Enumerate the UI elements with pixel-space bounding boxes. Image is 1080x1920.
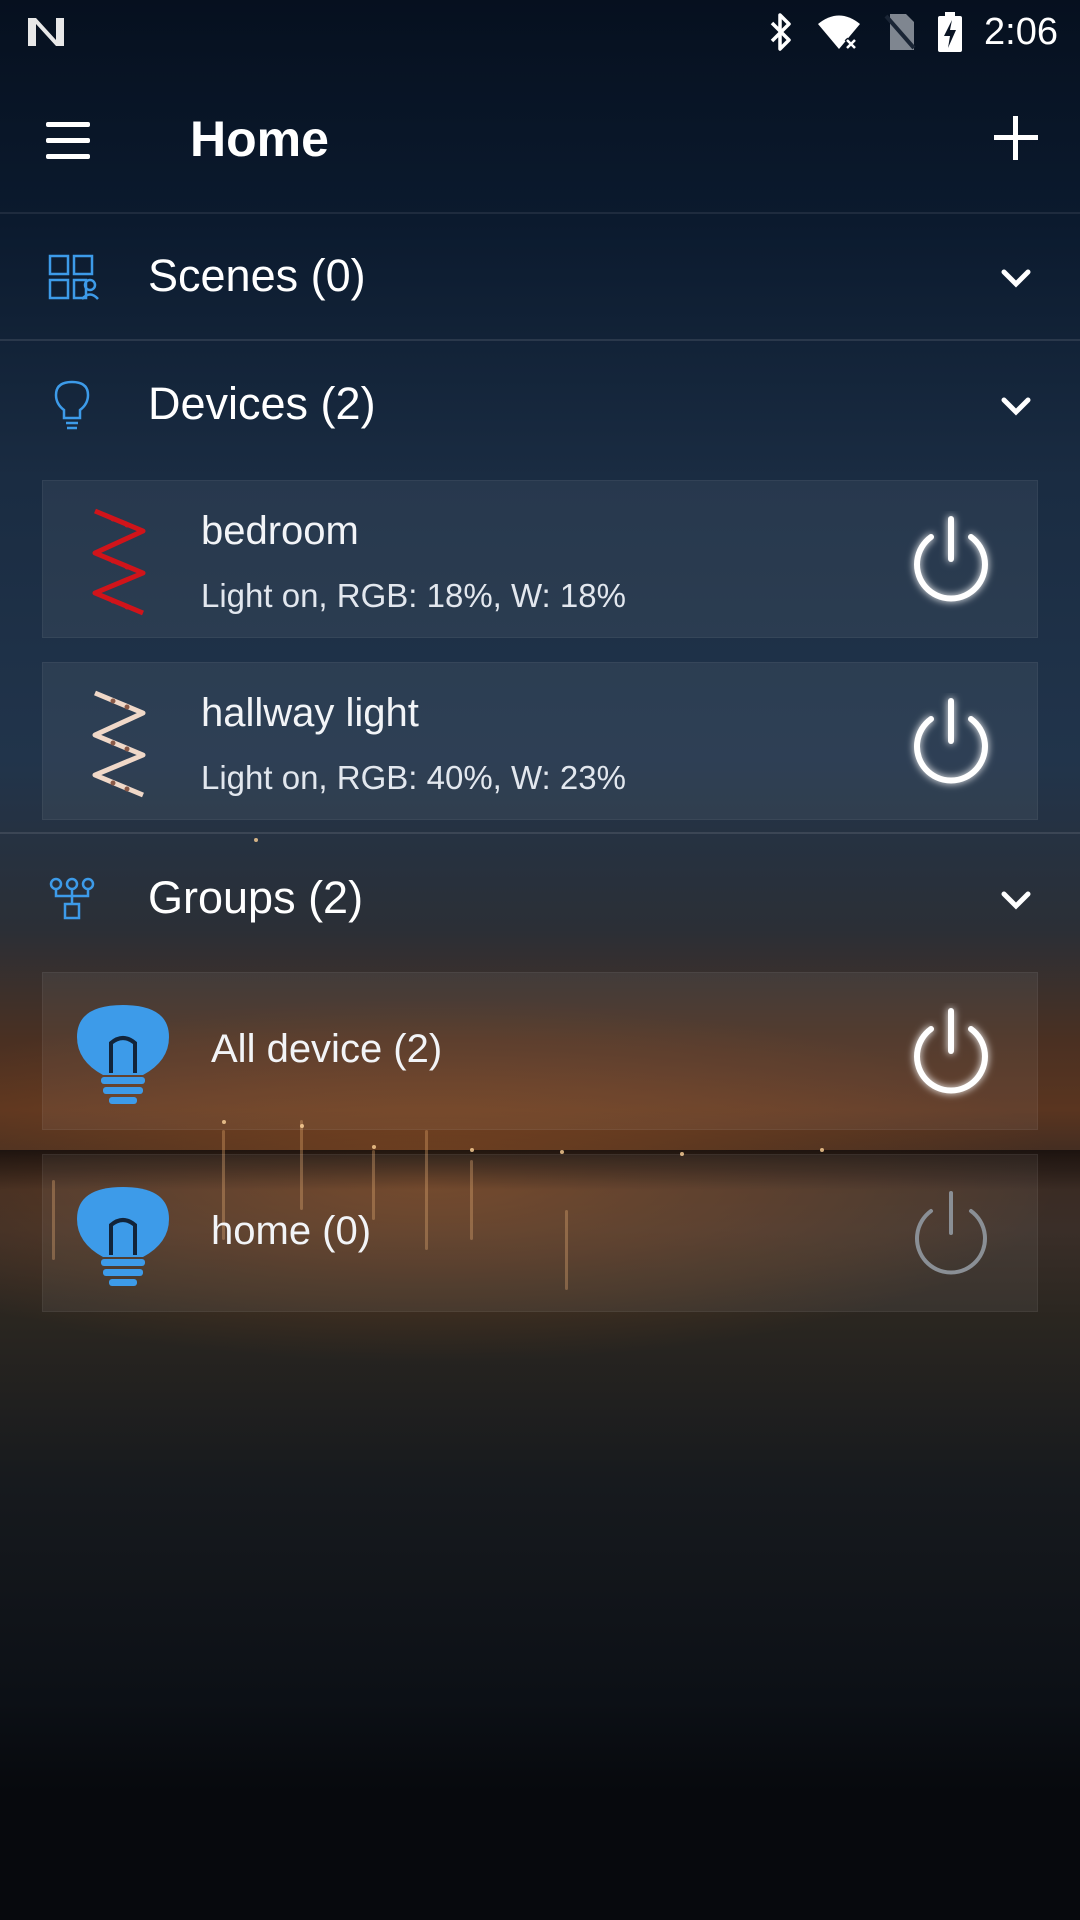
menu-icon[interactable]	[40, 112, 96, 168]
battery-charging-icon	[938, 12, 963, 52]
device-name: bedroom	[201, 509, 359, 553]
bulb-icon	[77, 1005, 169, 1104]
devices-label: Devices (2)	[148, 378, 376, 429]
city-light	[820, 1148, 824, 1152]
divider	[0, 339, 1080, 341]
no-sim-icon	[884, 14, 916, 50]
chevron-down-icon[interactable]	[994, 384, 1038, 428]
wifi-icon	[818, 15, 861, 51]
city-light	[470, 1148, 474, 1152]
group-tree-icon	[49, 877, 95, 920]
n-logo-icon	[28, 18, 64, 46]
group-card-home[interactable]: home (0)	[42, 1154, 1038, 1312]
status-bar: 2:06	[0, 0, 1080, 64]
section-devices[interactable]: Devices (2)	[0, 342, 1080, 468]
add-button[interactable]	[986, 108, 1046, 168]
scenes-label: Scenes (0)	[148, 250, 366, 301]
section-groups[interactable]: Groups (2)	[0, 836, 1080, 962]
group-card-all-device[interactable]: All device (2)	[42, 972, 1038, 1130]
status-time: 2:06	[984, 10, 1058, 53]
page-title: Home	[190, 111, 329, 167]
group-name: home (0)	[211, 1209, 372, 1253]
chevron-down-icon[interactable]	[994, 878, 1038, 922]
power-icon[interactable]	[901, 1185, 1001, 1285]
divider	[0, 832, 1080, 834]
power-icon[interactable]	[901, 1003, 1001, 1103]
led-strip-icon	[92, 690, 146, 798]
app-bar: Home	[0, 64, 1080, 214]
bulb-icon	[77, 1187, 169, 1286]
device-card-bedroom[interactable]: bedroom Light on, RGB: 18%, W: 18%	[42, 480, 1038, 638]
power-icon[interactable]	[901, 511, 1001, 611]
device-card-hallway-light[interactable]: hallway light Light on, RGB: 40%, W: 23%	[42, 662, 1038, 820]
scenes-icon	[48, 254, 99, 300]
lightbulb-outline-icon	[54, 380, 90, 430]
bluetooth-icon	[770, 13, 791, 51]
power-icon[interactable]	[901, 693, 1001, 793]
section-scenes[interactable]: Scenes (0)	[0, 214, 1080, 340]
device-status: Light on, RGB: 40%, W: 23%	[201, 759, 626, 796]
device-status: Light on, RGB: 18%, W: 18%	[201, 577, 626, 614]
device-name: hallway light	[201, 691, 419, 735]
led-strip-icon	[92, 508, 146, 616]
city-light	[372, 1145, 376, 1149]
groups-label: Groups (2)	[148, 872, 364, 923]
chevron-down-icon[interactable]	[994, 256, 1038, 300]
group-name: All device (2)	[211, 1027, 443, 1071]
